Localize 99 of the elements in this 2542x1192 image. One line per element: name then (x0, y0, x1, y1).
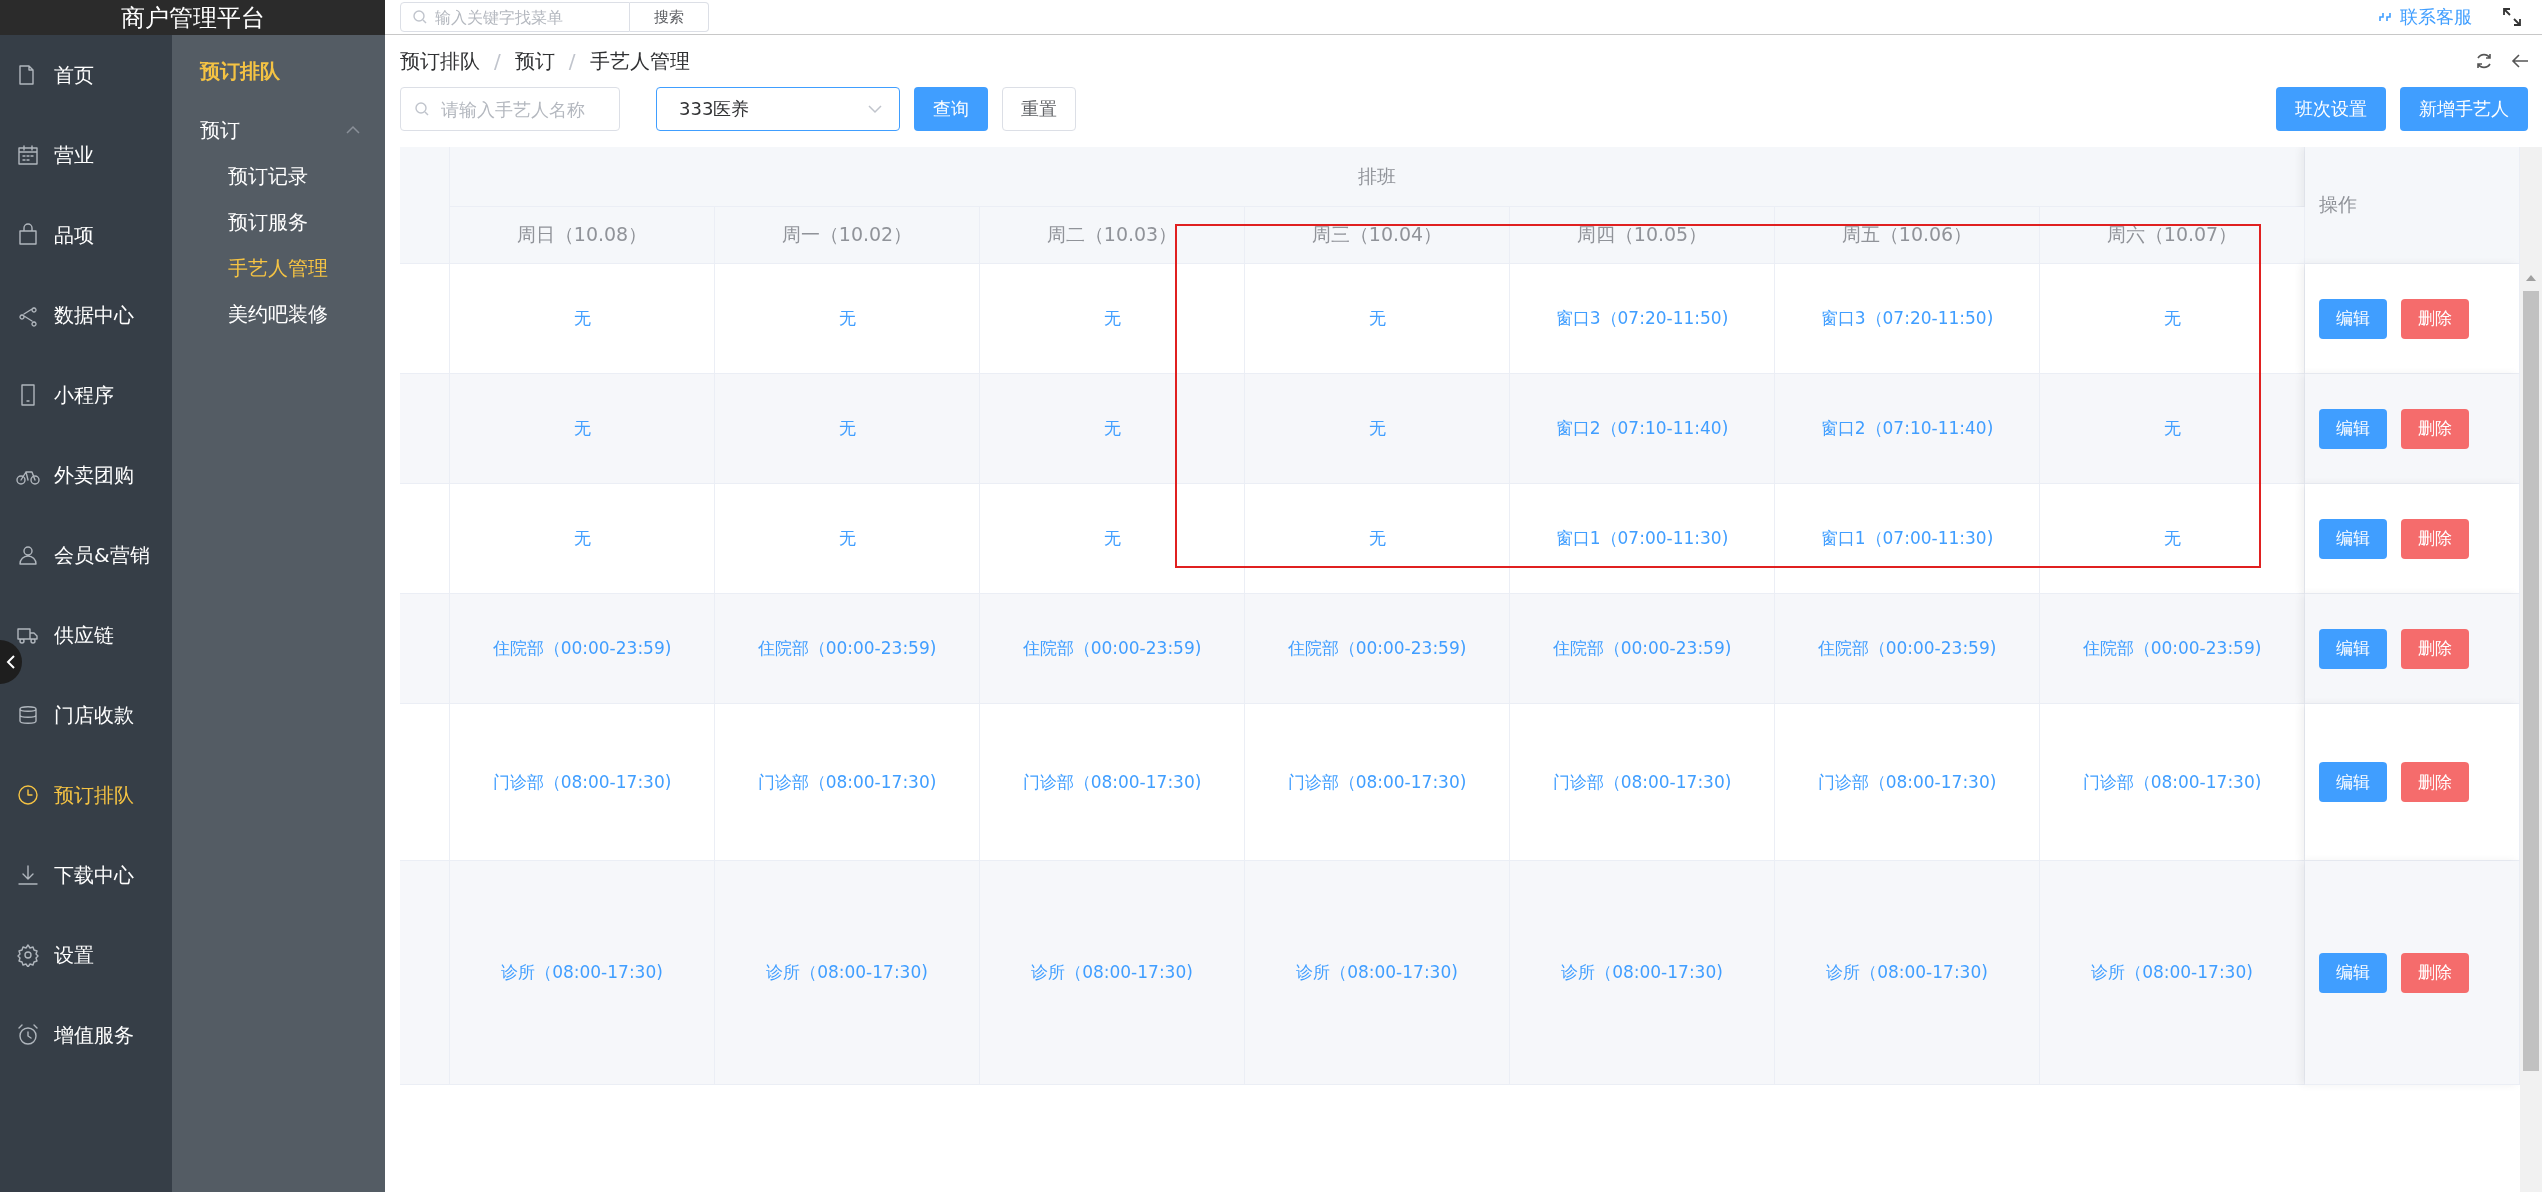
table-cell: 无 (715, 264, 980, 374)
search-button[interactable]: 搜索 (630, 2, 709, 32)
caret-icon (345, 125, 361, 135)
table-cell: 窗口3（07:20-11:50) (1775, 264, 2040, 374)
breadcrumb-item[interactable]: 手艺人管理 (589, 47, 690, 75)
table-cell: 无 (2040, 484, 2305, 594)
table-cell: 诊所（08:00-17:30) (980, 861, 1245, 1085)
column-header: 周四（10.05） (1510, 207, 1775, 264)
table-cell: 无 (715, 374, 980, 484)
table-cell: 门诊部（08:00-17:30) (2040, 704, 2305, 861)
table-cell: 门诊部（08:00-17:30) (715, 704, 980, 861)
menu-group[interactable]: 预订 (172, 107, 385, 153)
sidebar-item[interactable]: 首页 (0, 35, 172, 115)
table-cell: 窗口2（07:10-11:40) (1510, 374, 1775, 484)
table-cell: 诊所（08:00-17:30) (2040, 861, 2305, 1085)
table-cell: 住院部（00:00-23:59) (2040, 594, 2305, 704)
sidebar-item[interactable]: 数据中心 (0, 275, 172, 355)
sidebar-item[interactable]: 下载中心 (0, 835, 172, 915)
sidebar-item[interactable]: 小程序 (0, 355, 172, 435)
column-header: 周日（10.08） (450, 207, 715, 264)
database-icon (16, 703, 40, 727)
table-cell: 窗口1（07:00-11:30) (1510, 484, 1775, 594)
breadcrumb-item[interactable]: 预订排队 (400, 47, 480, 75)
table-cell: 门诊部（08:00-17:30) (1245, 704, 1510, 861)
breadcrumb-separator: / (568, 49, 576, 73)
table-cell: 门诊部（08:00-17:30) (450, 704, 715, 861)
breadcrumb-item[interactable]: 预订 (514, 47, 555, 75)
sidebar-item[interactable]: 门店收款 (0, 675, 172, 755)
clock-icon (16, 783, 40, 807)
scrollbar-thumb[interactable] (2523, 291, 2539, 1071)
table-cell: 住院部（00:00-23:59) (1245, 594, 1510, 704)
breadcrumb-separator: / (494, 49, 501, 73)
bag-icon (16, 223, 40, 247)
sidebar-item[interactable]: 供应链 (0, 595, 172, 675)
sidebar-item[interactable]: 品项 (0, 195, 172, 275)
table-cell: 无 (980, 264, 1245, 374)
table-cell: 门诊部（08:00-17:30) (1510, 704, 1775, 861)
submenu-item[interactable]: 预订服务 (172, 199, 385, 245)
search-icon (412, 9, 428, 25)
column-header: 周一（10.02） (715, 207, 980, 264)
column-header: 周三（10.04） (1245, 207, 1510, 264)
table-cell: 无 (1245, 374, 1510, 484)
alarm-clock-icon (16, 1023, 40, 1047)
table-cell: 无 (1245, 484, 1510, 594)
table-cell: 窗口1（07:00-11:30) (1775, 484, 2040, 594)
column-header: 周六（10.07） (2040, 207, 2305, 264)
sidebar-item[interactable]: 外卖团购 (0, 435, 172, 515)
table-cell: 住院部（00:00-23:59) (1510, 594, 1775, 704)
table-cell: 无 (450, 374, 715, 484)
store-select[interactable]: 333医养 (656, 87, 900, 131)
app-title: 商户管理平台 (120, 2, 265, 34)
search-icon (414, 101, 430, 117)
table-cell: 无 (980, 374, 1245, 484)
calendar-icon (16, 143, 40, 167)
table-cell: 诊所（08:00-17:30) (1245, 861, 1510, 1085)
column-header: 周二（10.03） (980, 207, 1245, 264)
sidebar-item[interactable]: 预订排队 (0, 755, 172, 835)
table-cell: 无 (1245, 264, 1510, 374)
sidebar-item[interactable]: 营业 (0, 115, 172, 195)
table-cell: 无 (980, 484, 1245, 594)
fullscreen-icon[interactable] (2502, 7, 2522, 27)
table-cell: 门诊部（08:00-17:30) (980, 704, 1245, 861)
toolbar-button[interactable]: 重置 (1002, 87, 1076, 131)
table-cell: 住院部（00:00-23:59) (1775, 594, 2040, 704)
table-cell: 住院部（00:00-23:59) (450, 594, 715, 704)
submenu-item[interactable]: 美约吧装修 (172, 291, 385, 337)
table-cell: 无 (450, 264, 715, 374)
table-cell: 诊所（08:00-17:30) (450, 861, 715, 1085)
table-cell: 住院部（00:00-23:59) (715, 594, 980, 704)
download-icon (16, 863, 40, 887)
column-header: 操作 (2305, 147, 2520, 264)
table-cell: 诊所（08:00-17:30) (1775, 861, 2040, 1085)
table-cell: 无 (450, 484, 715, 594)
sidebar-item[interactable]: 设置 (0, 915, 172, 995)
table-cell: 诊所（08:00-17:30) (1510, 861, 1775, 1085)
sidebar-item[interactable]: 增值服务 (0, 995, 172, 1075)
section-title: 预订排队 (198, 58, 281, 85)
table-cell: 窗口3（07:20-11:50) (1510, 264, 1775, 374)
table-cell: 诊所（08:00-17:30) (715, 861, 980, 1085)
table-cell: 门诊部（08:00-17:30) (1775, 704, 2040, 861)
table-cell: 住院部（00:00-23:59) (980, 594, 1245, 704)
table-cell: 无 (2040, 374, 2305, 484)
chevron-left-icon (6, 654, 16, 670)
table-cell: 无 (715, 484, 980, 594)
table-cell: 窗口2（07:10-11:40) (1775, 374, 2040, 484)
name-search-field[interactable]: 请输入手艺人名称 (400, 87, 620, 131)
submenu-item[interactable]: 手艺人管理 (172, 245, 385, 291)
table-cell: 无 (2040, 264, 2305, 374)
menu-search-field[interactable]: 输入关键字找菜单 (400, 2, 630, 32)
settings-icon (16, 943, 40, 967)
scrollbar[interactable] (2520, 147, 2542, 1192)
sidebar-item[interactable]: 会员&营销 (0, 515, 172, 595)
user-icon (16, 543, 40, 567)
refresh-icon[interactable] (2474, 51, 2494, 71)
quote-icon (2378, 11, 2394, 23)
column-group-header: 排班 (450, 147, 2305, 207)
column-header: 周五（10.06） (1775, 207, 2040, 264)
submenu-item[interactable]: 预订记录 (172, 153, 385, 199)
chevron-down-icon (867, 104, 883, 114)
